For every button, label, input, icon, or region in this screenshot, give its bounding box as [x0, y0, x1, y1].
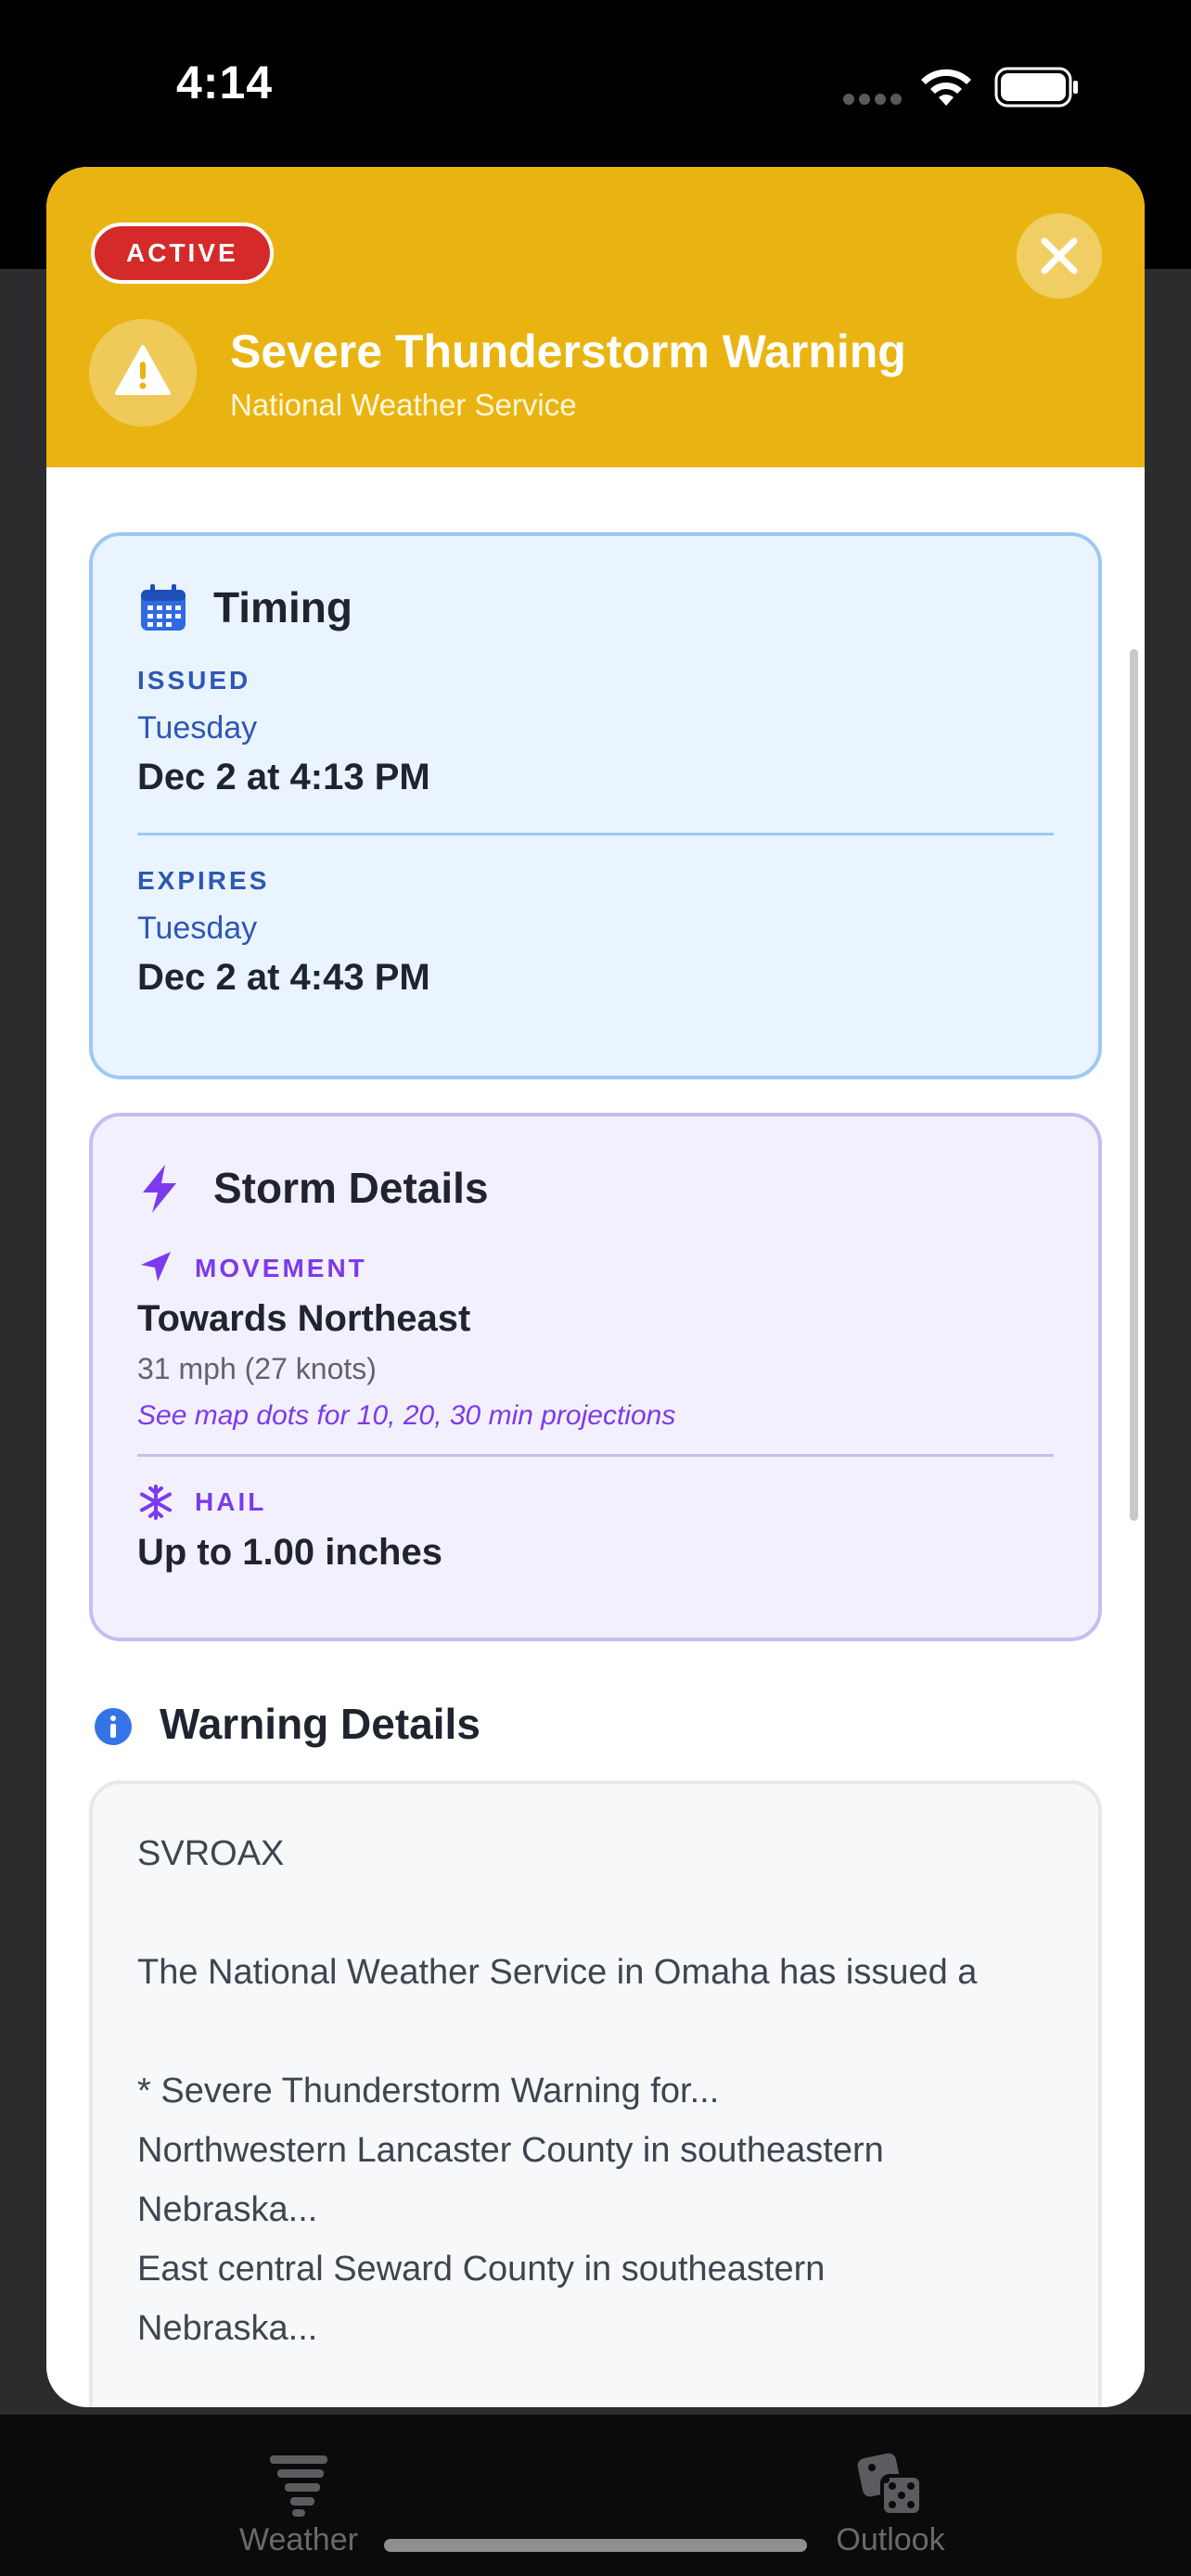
- warning-text-line: * Severe Thunderstorm Warning for...: [137, 2072, 720, 2111]
- calendar-icon: [141, 584, 186, 631]
- lightning-bolt-icon: [143, 1165, 176, 1213]
- close-icon: [1041, 237, 1078, 274]
- battery-icon: [994, 67, 1078, 108]
- tab-outlook[interactable]: Outlook: [798, 2452, 983, 2558]
- warning-text-line: SVROAX: [137, 1834, 285, 1873]
- hail-size: Up to 1.00 inches: [137, 1532, 442, 1573]
- warning-text-line: Nebraska...: [137, 2309, 318, 2348]
- issued-time: Dec 2 at 4:13 PM: [137, 757, 430, 797]
- warning-text-line: Northwestern Lancaster County in southea…: [137, 2131, 884, 2170]
- storm-details-card: Storm Details MOVEMENT Towards Northeast…: [89, 1113, 1102, 1641]
- warning-icon-circle: [89, 319, 197, 427]
- timing-title: Timing: [213, 583, 352, 631]
- alert-sheet: ACTIVE Severe Thunderstorm Warning Natio…: [46, 167, 1145, 2407]
- warning-text-line: The National Weather Service in Omaha ha…: [137, 1953, 978, 1992]
- issued-day: Tuesday: [137, 710, 258, 746]
- issued-label: ISSUED: [137, 666, 251, 695]
- status-bar: 4:14: [0, 0, 1191, 167]
- scrollbar[interactable]: [1130, 649, 1138, 1521]
- movement-speed: 31 mph (27 knots): [137, 1352, 377, 1385]
- warning-text-line: Nebraska...: [137, 2190, 318, 2229]
- tab-weather-label: Weather: [239, 2522, 358, 2557]
- warning-triangle-icon: [115, 345, 171, 395]
- hail-label: HAIL: [195, 1487, 267, 1516]
- warning-details-title: Warning Details: [160, 1700, 480, 1748]
- tab-outlook-label: Outlook: [836, 2522, 945, 2557]
- movement-direction: Towards Northeast: [137, 1298, 471, 1339]
- status-time: 4:14: [176, 57, 274, 108]
- snowflake-icon: [140, 1485, 172, 1520]
- tab-weather[interactable]: Weather: [206, 2452, 391, 2558]
- expires-label: EXPIRES: [137, 866, 270, 895]
- alert-header: ACTIVE Severe Thunderstorm Warning Natio…: [46, 167, 1145, 467]
- info-icon: [95, 1708, 132, 1745]
- home-indicator[interactable]: [384, 2539, 807, 2552]
- signal-dots-icon: [843, 94, 902, 105]
- divider: [137, 1454, 1054, 1457]
- alert-title: Severe Thunderstorm Warning: [230, 325, 906, 377]
- location-arrow-icon: [141, 1252, 171, 1282]
- tornado-icon: [270, 2455, 327, 2517]
- close-button[interactable]: [1017, 213, 1102, 299]
- expires-time: Dec 2 at 4:43 PM: [137, 957, 430, 998]
- warning-text-card: SVROAX The National Weather Service in O…: [89, 1780, 1102, 2407]
- divider: [137, 833, 1054, 835]
- status-badge: ACTIVE: [91, 223, 274, 284]
- wifi-icon: [921, 69, 971, 106]
- expires-day: Tuesday: [137, 911, 258, 946]
- warning-text-line: East central Seward County in southeaste…: [137, 2250, 826, 2289]
- dice-icon: [857, 2453, 923, 2517]
- alert-source: National Weather Service: [230, 388, 577, 422]
- movement-label: MOVEMENT: [195, 1254, 367, 1282]
- timing-card: Timing ISSUED Tuesday Dec 2 at 4:13 PM E…: [89, 532, 1102, 1079]
- movement-note: See map dots for 10, 20, 30 min projecti…: [137, 1400, 676, 1431]
- storm-details-title: Storm Details: [213, 1164, 489, 1212]
